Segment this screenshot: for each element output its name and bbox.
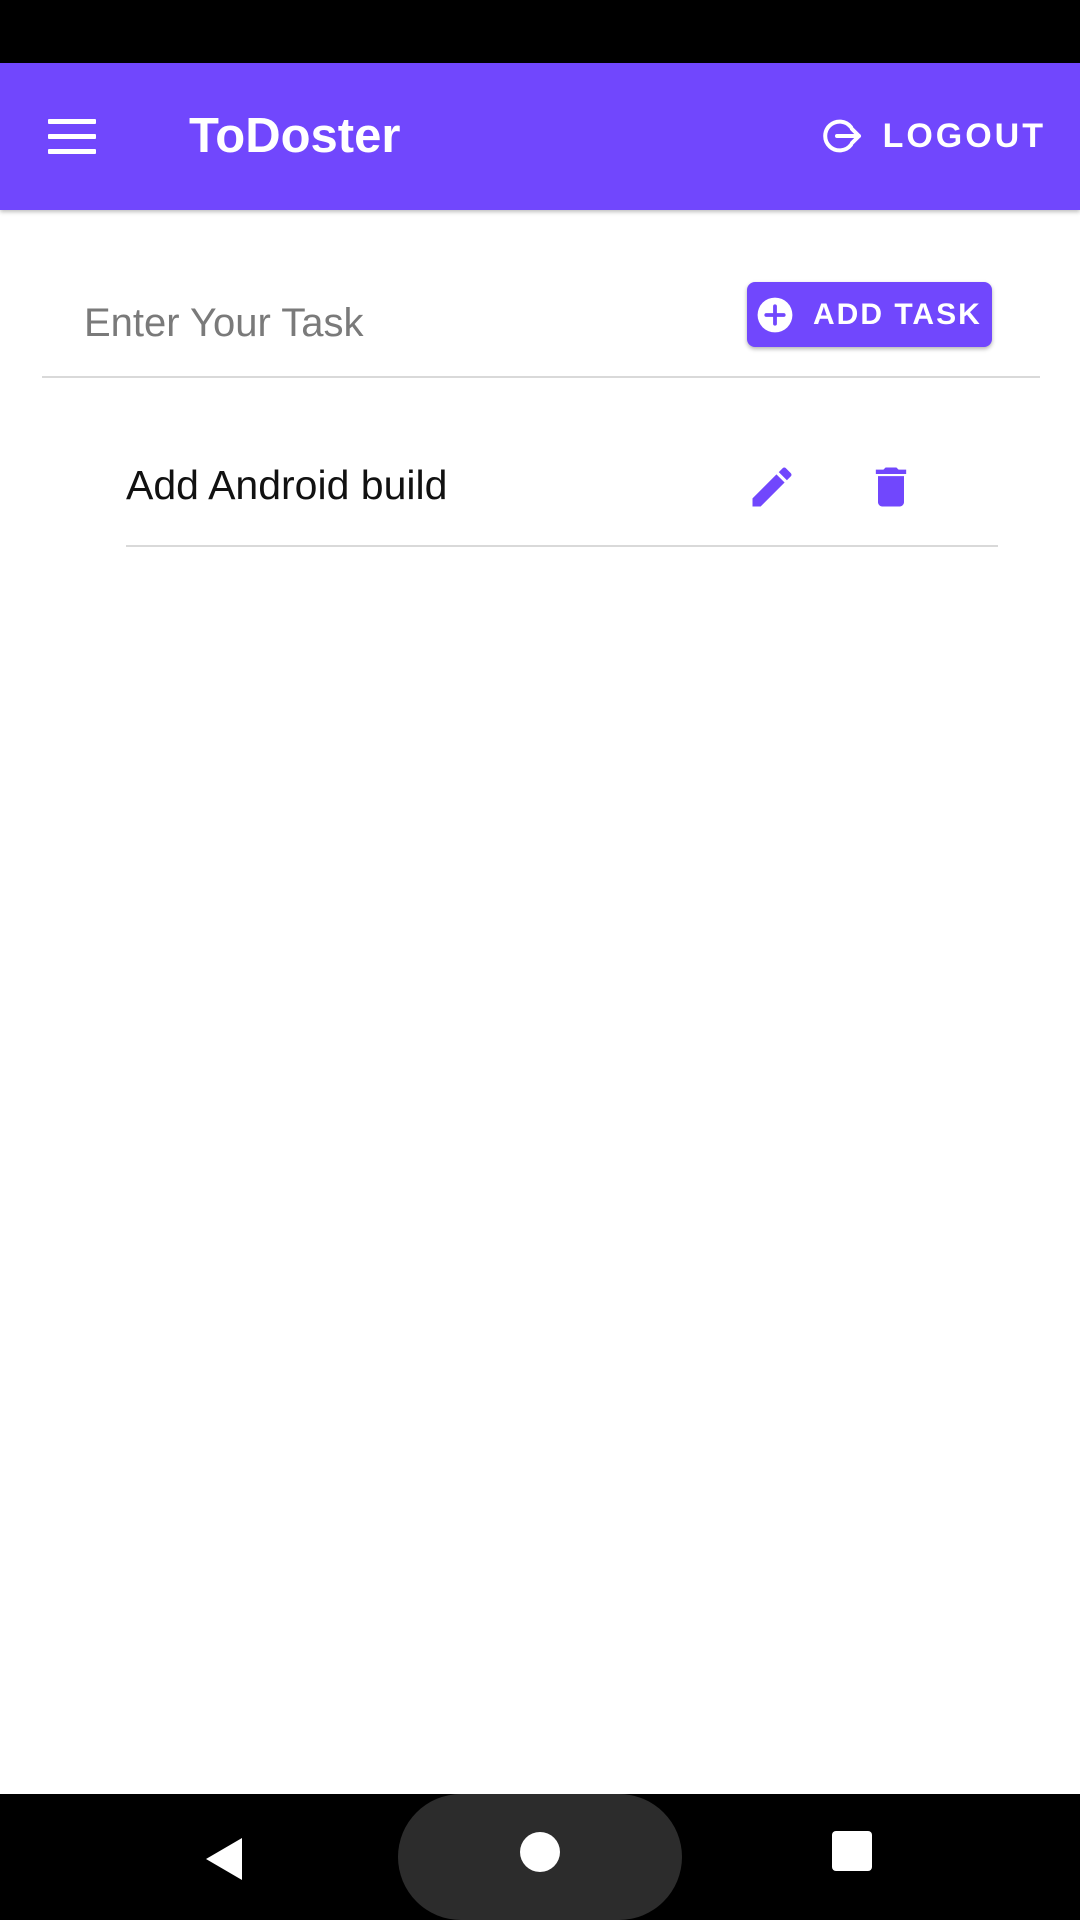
pencil-icon[interactable] [746,461,798,513]
app-bar: ToDoster LOGOUT [0,63,1080,210]
status-bar [0,0,1080,63]
logout-label: LOGOUT [882,116,1046,155]
square-recents-icon[interactable] [832,1831,872,1871]
task-list-item: Add Android build [126,420,998,547]
add-task-button[interactable]: ADD TASK [747,282,992,347]
add-circle-icon [756,296,813,334]
task-text: Add Android build [126,462,448,508]
logout-icon [817,112,865,160]
trash-icon[interactable] [865,461,917,513]
hamburger-menu-icon[interactable] [48,117,96,157]
triangle-back-icon[interactable] [200,1834,250,1884]
logout-button[interactable]: LOGOUT [817,109,1046,163]
app-title: ToDoster [189,109,401,163]
add-task-label: ADD TASK [813,297,982,331]
navigation-bar [0,1794,1080,1920]
circle-home-icon[interactable] [520,1832,560,1872]
